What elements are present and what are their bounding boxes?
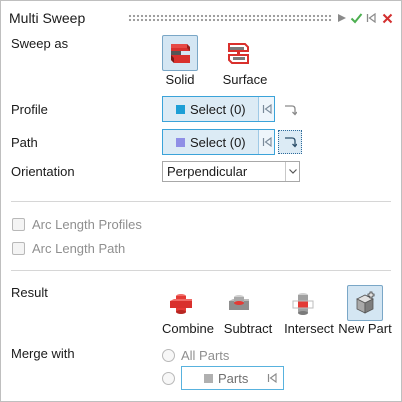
profile-select-text: Select (0) [190,101,246,117]
result-label: Result [11,285,48,300]
path-swatch [176,137,185,147]
divider [11,201,391,202]
checkmark-icon[interactable] [349,10,363,26]
arc-length-profiles-label: Arc Length Profiles [32,217,142,232]
new-part-icon [356,291,375,314]
reset-icon[interactable] [258,97,274,121]
reverse-direction-icon [285,105,297,116]
new-part-option-label: New Part [338,321,392,336]
intersect-option-button[interactable] [285,285,321,321]
orientation-value: Perpendicular [167,164,248,179]
all-parts-radio[interactable] [162,349,175,362]
solid-option-button[interactable] [162,35,198,71]
subtract-icon [229,295,249,310]
all-parts-label: All Parts [181,348,230,363]
close-icon[interactable] [380,10,394,26]
solid-sweep-icon [171,44,190,63]
profile-label: Profile [11,102,48,117]
surface-sweep-icon [228,43,249,64]
panel-title: Multi Sweep [9,10,86,26]
path-reverse-button[interactable] [278,130,302,154]
subtract-option-button[interactable] [221,285,257,321]
subtract-option-label: Subtract [223,321,273,336]
reset-icon[interactable] [258,130,274,154]
surface-option-label: Surface [222,72,268,87]
chevron-down-icon [285,162,299,181]
orientation-label: Orientation [11,164,75,179]
multi-sweep-panel: Multi Sweep Sweep as Solid Surface Profi… [0,0,402,402]
combine-option-label: Combine [161,321,215,336]
path-label: Path [11,135,38,150]
orientation-dropdown[interactable]: Perpendicular [162,161,300,182]
sweep-as-label: Sweep as [11,36,69,51]
solid-option-label: Solid [165,72,195,87]
divider [11,270,391,271]
parts-swatch [204,373,213,383]
surface-option-button[interactable] [220,35,256,71]
path-selector[interactable]: Select (0) [162,129,275,155]
profile-selector[interactable]: Select (0) [162,96,275,122]
intersect-icon [292,293,314,315]
new-part-option-button[interactable] [347,285,383,321]
combine-option-button[interactable] [163,285,199,321]
play-icon[interactable] [335,10,349,26]
parts-selector[interactable]: Parts [181,366,284,390]
path-select-text: Select (0) [190,134,246,150]
arc-length-profiles-checkbox[interactable] [12,218,25,231]
reverse-direction-icon [285,137,297,148]
merge-with-label: Merge with [11,346,75,361]
exit-icon[interactable] [364,10,378,26]
combine-icon [170,294,192,314]
arc-length-path-label: Arc Length Path [32,241,126,256]
reset-icon[interactable] [265,371,279,385]
arc-length-path-checkbox[interactable] [12,242,25,255]
drag-handle[interactable] [128,14,332,22]
intersect-option-label: Intersect [284,321,334,336]
parts-radio[interactable] [162,372,175,385]
profile-swatch [176,104,185,114]
profile-reverse-button[interactable] [278,98,302,122]
parts-select-text: Parts [218,370,249,386]
